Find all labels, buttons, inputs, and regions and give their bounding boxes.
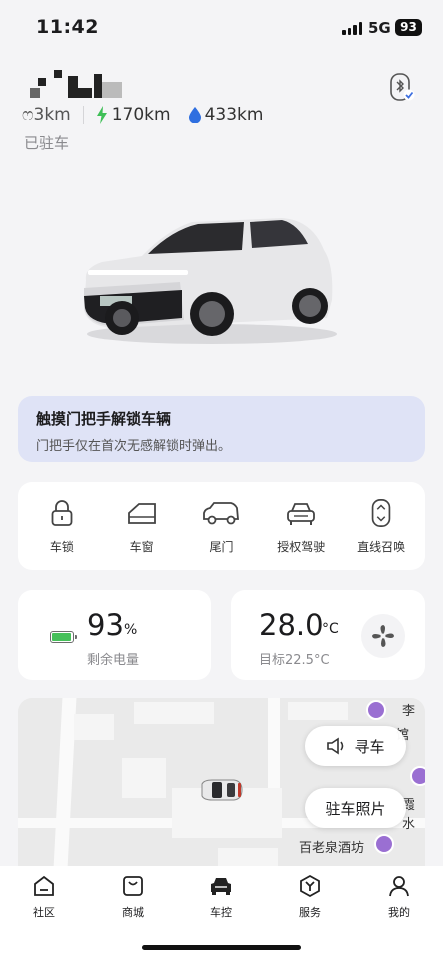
quick-controls: 车锁 车窗 尾门 授权驾驶 直线召唤 xyxy=(18,482,425,570)
vehicle-name xyxy=(24,70,124,104)
network-type: 5G xyxy=(368,19,391,37)
car-front-icon xyxy=(287,502,316,525)
range-row: ෆ3km 170km 433km xyxy=(22,104,263,126)
tab-label: 社区 xyxy=(33,906,55,919)
tab-profile[interactable]: 我的 xyxy=(369,874,429,920)
electric-range: 170km xyxy=(111,105,171,125)
quick-control-authorized-driving[interactable]: 授权驾驶 xyxy=(263,498,339,555)
tab-car-control[interactable]: 车控 xyxy=(191,874,251,920)
bluetooth-key-icon xyxy=(390,73,415,101)
service-icon xyxy=(300,874,320,898)
car-location-marker xyxy=(201,779,243,801)
parking-photo-button[interactable]: 驻车照片 xyxy=(305,788,406,828)
notice-title: 触摸门把手解锁车辆 xyxy=(36,410,172,428)
fan-icon xyxy=(372,625,394,647)
battery-label: 剩余电量 xyxy=(87,653,140,668)
car-control-icon xyxy=(211,878,231,895)
total-range: ෆ3km xyxy=(22,105,71,125)
quick-control-label: 授权驾驶 xyxy=(277,539,326,554)
summon-icon xyxy=(371,498,391,527)
status-time: 11:42 xyxy=(36,16,99,38)
notice-subtitle: 门把手仅在首次无感解锁时弹出。 xyxy=(36,439,232,454)
window-icon xyxy=(127,502,156,524)
battery-percent: 93 xyxy=(87,608,124,642)
find-car-label: 寻车 xyxy=(354,737,385,756)
battery-indicator: 93 xyxy=(395,19,422,36)
poi-pin-icon xyxy=(366,700,386,720)
battery-unit: % xyxy=(124,622,138,638)
quick-control-label: 车锁 xyxy=(49,539,74,554)
cabin-temperature: 28.0 xyxy=(259,608,324,642)
quick-control-label: 直线召唤 xyxy=(357,539,406,554)
quick-control-label: 尾门 xyxy=(209,539,234,554)
fuel-drop-icon xyxy=(188,107,201,123)
poi-label: 李 xyxy=(402,704,416,719)
poi-pin-icon xyxy=(374,834,394,854)
temperature-unit: °C xyxy=(322,621,339,637)
lightning-icon xyxy=(96,106,108,124)
poi-label: 霞水 xyxy=(402,798,416,832)
parking-status: 已驻车 xyxy=(24,134,70,152)
home-indicator[interactable] xyxy=(142,945,301,950)
quick-control-tailgate[interactable]: 尾门 xyxy=(183,498,259,555)
tab-label: 商城 xyxy=(122,906,144,919)
vehicle-location-map[interactable]: 李 馆 霞水 百老泉酒坊 xyxy=(18,698,425,868)
fuel-range: 433km xyxy=(204,105,264,125)
quick-control-summon[interactable]: 直线召唤 xyxy=(343,498,419,555)
tab-label: 服务 xyxy=(299,906,321,919)
bluetooth-key-button[interactable] xyxy=(388,72,416,102)
fan-button[interactable] xyxy=(361,614,405,658)
tab-service[interactable]: 服务 xyxy=(280,874,340,920)
battery-level-icon xyxy=(50,631,77,643)
tailgate-icon xyxy=(203,501,240,524)
find-car-button[interactable]: 寻车 xyxy=(305,726,406,766)
poi-pin-icon xyxy=(410,766,425,786)
quick-control-label: 车窗 xyxy=(129,539,154,554)
divider xyxy=(82,106,84,124)
battery-card[interactable]: 93 % 剩余电量 xyxy=(18,590,211,680)
vehicle-image xyxy=(72,210,342,350)
quick-control-lock[interactable]: 车锁 xyxy=(24,498,100,555)
tab-label: 我的 xyxy=(388,906,410,919)
horn-icon xyxy=(327,737,344,755)
climate-card[interactable]: 28.0 °C 目标22.5°C xyxy=(231,590,425,680)
tab-label: 车控 xyxy=(210,906,232,919)
signal-icon xyxy=(342,22,362,35)
unlock-notice[interactable]: 触摸门把手解锁车辆 门把手仅在首次无感解锁时弹出。 xyxy=(18,396,425,462)
quick-control-window[interactable]: 车窗 xyxy=(104,498,180,555)
tab-community[interactable]: 社区 xyxy=(14,874,74,920)
parking-photo-label: 驻车照片 xyxy=(325,799,386,818)
lock-icon xyxy=(51,499,73,526)
shop-icon xyxy=(123,876,143,896)
tab-shop[interactable]: 商城 xyxy=(103,874,163,920)
status-bar: 11:42 5G 93 xyxy=(0,0,443,54)
poi-label: 百老泉酒坊 xyxy=(299,841,365,856)
target-temperature: 目标22.5°C xyxy=(259,653,330,668)
community-icon xyxy=(34,875,54,896)
profile-icon xyxy=(389,876,409,897)
